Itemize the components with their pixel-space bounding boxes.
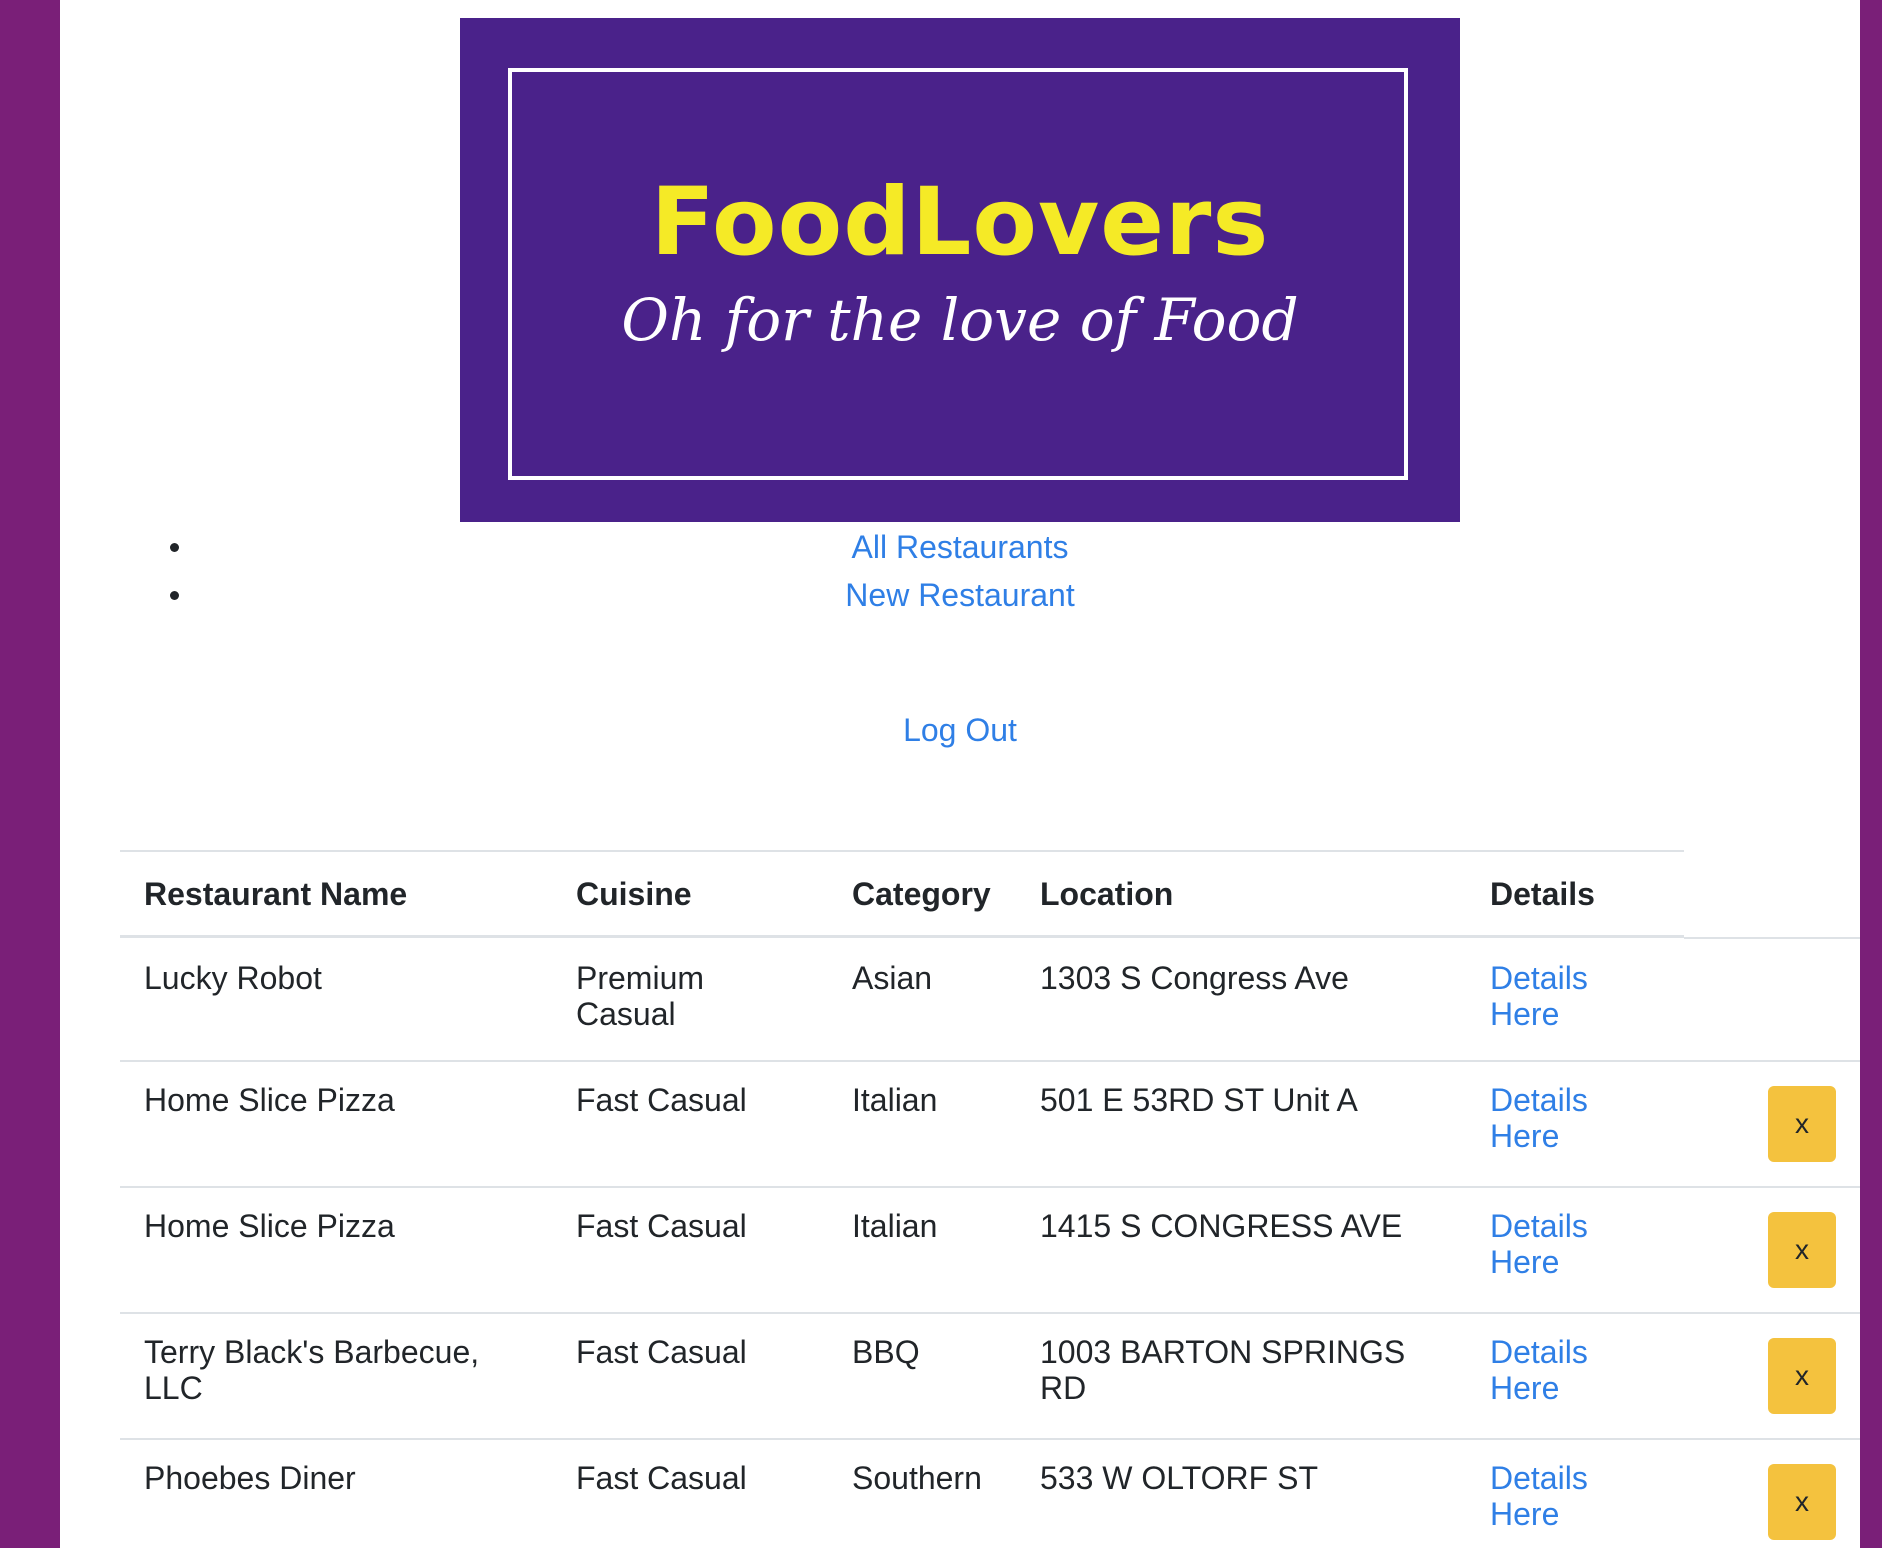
logout-link[interactable]: Log Out	[903, 712, 1017, 748]
cell-cuisine: Premium Casual	[576, 960, 705, 1032]
cell-category: Italian	[852, 1208, 938, 1244]
cell-name: Lucky Robot	[144, 960, 322, 996]
cell-location: 501 E 53RD ST Unit A	[1040, 1082, 1358, 1118]
cell-cuisine: Fast Casual	[576, 1460, 747, 1496]
cell-category: Southern	[852, 1460, 982, 1496]
page-content: FoodLovers Oh for the love of Food All R…	[60, 0, 1860, 1548]
cell-name: Home Slice Pizza	[144, 1082, 395, 1118]
cell-location: 1415 S CONGRESS AVE	[1040, 1208, 1403, 1244]
nav-item-new-restaurant: New Restaurant	[60, 571, 1860, 619]
logo-title: FoodLovers	[650, 168, 1270, 277]
header-restaurant-name: Restaurant Name	[144, 876, 408, 912]
cell-location: 1303 S Congress Ave	[1040, 960, 1349, 996]
header-bottom-border-extension	[1684, 937, 1860, 939]
cell-cuisine: Fast Casual	[576, 1082, 747, 1118]
row-divider	[120, 1312, 1860, 1314]
new-restaurant-link[interactable]: New Restaurant	[845, 577, 1074, 613]
cell-category: Asian	[852, 960, 933, 996]
cell-cuisine: Fast Casual	[576, 1208, 747, 1244]
delete-button[interactable]: x	[1768, 1212, 1836, 1288]
header-details: Details	[1490, 876, 1595, 912]
logout-container: Log Out	[60, 712, 1860, 749]
details-link[interactable]: Details Here	[1490, 1460, 1620, 1532]
header-category: Category	[852, 876, 991, 912]
details-link[interactable]: Details Here	[1490, 1082, 1620, 1154]
cell-name: Home Slice Pizza	[144, 1208, 395, 1244]
cell-category: Italian	[852, 1082, 938, 1118]
header-bottom-border	[120, 935, 1684, 938]
details-link[interactable]: Details Here	[1490, 960, 1620, 1032]
delete-button[interactable]: x	[1768, 1338, 1836, 1414]
table-top-border	[120, 850, 1684, 852]
cell-location: 533 W OLTORF ST	[1040, 1460, 1318, 1496]
logo-tagline: Oh for the love of Food	[621, 286, 1299, 354]
header-location: Location	[1040, 876, 1174, 912]
nav-item-all-restaurants: All Restaurants	[60, 523, 1860, 571]
header-cuisine: Cuisine	[576, 876, 692, 912]
all-restaurants-link[interactable]: All Restaurants	[852, 529, 1069, 565]
details-link[interactable]: Details Here	[1490, 1208, 1620, 1280]
cell-name: Phoebes Diner	[144, 1460, 356, 1496]
row-divider	[120, 1060, 1860, 1062]
delete-button[interactable]: x	[1768, 1086, 1836, 1162]
row-divider	[120, 1438, 1860, 1440]
details-link[interactable]: Details Here	[1490, 1334, 1620, 1406]
main-nav: All Restaurants New Restaurant	[60, 523, 1860, 619]
foodlovers-logo: FoodLovers Oh for the love of Food	[460, 18, 1460, 522]
delete-button[interactable]: x	[1768, 1464, 1836, 1540]
cell-cuisine: Fast Casual	[576, 1334, 747, 1370]
cell-category: BBQ	[852, 1334, 920, 1370]
cell-location: 1003 BARTON SPRINGS RD	[1040, 1334, 1406, 1406]
row-divider	[120, 1186, 1860, 1188]
cell-name: Terry Black's Barbecue, LLC	[144, 1334, 480, 1406]
